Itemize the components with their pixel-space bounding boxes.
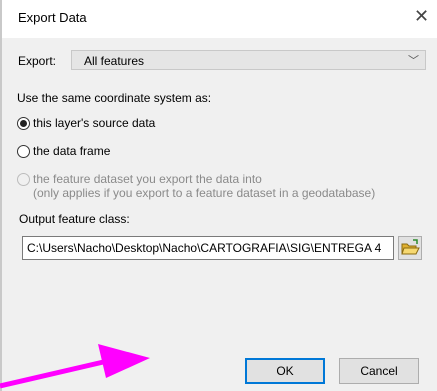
title-bar: Export Data ✕	[2, 0, 437, 38]
radio-data-frame-label: the data frame	[33, 144, 111, 158]
radio-button[interactable]	[17, 144, 30, 158]
radio-feature-dataset-sublabel: (only applies if you export to a feature…	[33, 186, 376, 200]
coord-system-label: Use the same coordinate system as:	[17, 91, 212, 105]
cancel-button[interactable]: Cancel	[339, 358, 419, 384]
export-dropdown-value: All features	[84, 54, 145, 68]
radio-feature-dataset: the feature dataset you export the data …	[17, 171, 262, 187]
browse-button[interactable]	[398, 236, 422, 260]
export-dropdown[interactable]: All features ﹀	[71, 50, 426, 70]
radio-button-checked[interactable]	[17, 116, 30, 130]
radio-source-data[interactable]: this layer's source data	[17, 115, 155, 131]
window-title: Export Data	[18, 10, 87, 25]
radio-button-disabled	[17, 172, 30, 186]
radio-feature-dataset-label: the feature dataset you export the data …	[33, 172, 262, 186]
dialog-body: Export: All features ﹀ Use the same coor…	[2, 38, 437, 391]
output-label: Output feature class:	[19, 212, 130, 226]
chevron-down-icon: ﹀	[408, 55, 419, 67]
export-label: Export:	[18, 54, 57, 68]
close-icon[interactable]: ✕	[414, 6, 429, 26]
ok-button[interactable]: OK	[245, 358, 325, 384]
radio-data-frame[interactable]: the data frame	[17, 143, 110, 159]
output-path-input[interactable]	[22, 236, 394, 260]
radio-source-data-label: this layer's source data	[33, 116, 156, 130]
open-folder-icon	[401, 239, 420, 255]
